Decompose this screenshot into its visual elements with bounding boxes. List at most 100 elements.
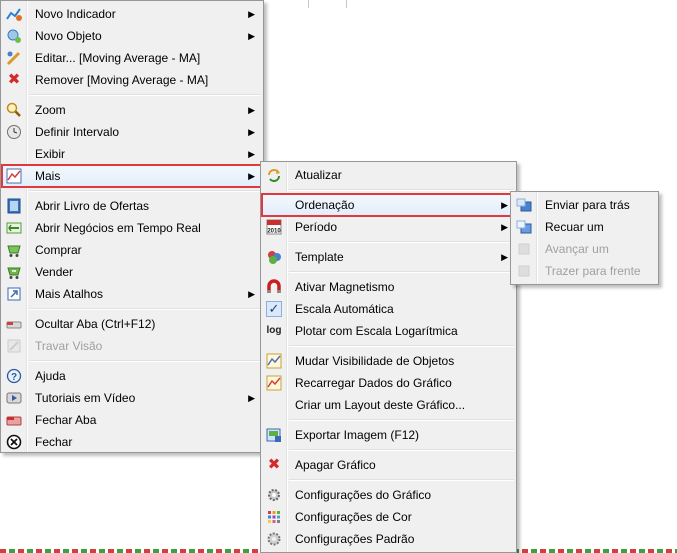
sell-icon — [6, 264, 22, 280]
menu-item-forward-one[interactable]: Avançar um — [511, 238, 658, 260]
chevron-right-icon: ▶ — [501, 200, 508, 210]
chevron-right-icon: ▶ — [248, 105, 255, 115]
log-icon: log — [266, 325, 282, 336]
menu-item-lock-view[interactable]: Travar Visão — [1, 335, 263, 357]
edit-icon — [6, 50, 22, 66]
buy-icon — [6, 242, 22, 258]
chevron-right-icon: ▶ — [248, 31, 255, 41]
video-icon — [6, 390, 22, 406]
trades-icon — [6, 220, 22, 236]
new-object-icon — [6, 28, 22, 44]
menu-item-close[interactable]: Fechar — [1, 431, 263, 453]
book-icon — [6, 198, 22, 214]
menu-item-send-back[interactable]: Enviar para trás — [511, 194, 658, 216]
menu-item-magnetism[interactable]: Ativar Magnetismo — [261, 276, 516, 298]
default-settings-icon — [266, 531, 282, 547]
menu-separator — [289, 271, 514, 273]
menu-item-default-settings[interactable]: Configurações Padrão — [261, 528, 516, 550]
visibility-icon — [266, 353, 282, 369]
zoom-icon — [6, 102, 22, 118]
context-menu: Novo Indicador ▶ Novo Objeto ▶ Editar...… — [0, 0, 264, 453]
menu-item-ordering[interactable]: Ordenação ▶ — [261, 194, 516, 216]
close-tab-icon — [6, 412, 22, 428]
close-icon — [6, 434, 22, 450]
delete-icon: ✖ — [267, 456, 281, 473]
menu-item-template[interactable]: Template ▶ — [261, 246, 516, 268]
chevron-right-icon: ▶ — [248, 9, 255, 19]
menu-item-open-order-book[interactable]: Abrir Livro de Ofertas — [1, 195, 263, 217]
menu-separator — [29, 360, 261, 362]
magnet-icon — [266, 279, 282, 295]
calendar-icon: 2010 — [266, 219, 282, 235]
menu-item-reload-data[interactable]: Recarregar Dados do Gráfico — [261, 372, 516, 394]
shortcut-icon — [6, 286, 22, 302]
chevron-right-icon: ▶ — [501, 222, 508, 232]
menu-item-buy[interactable]: Comprar — [1, 239, 263, 261]
chevron-right-icon: ▶ — [501, 252, 508, 262]
export-icon — [266, 427, 282, 443]
menu-item-bring-front[interactable]: Trazer para frente — [511, 260, 658, 282]
menu-separator — [29, 190, 261, 192]
submenu-more: Atualizar Ordenação ▶ 2010 Período ▶ Tem… — [260, 161, 517, 553]
menu-item-sell[interactable]: Vender — [1, 261, 263, 283]
reload-icon — [266, 375, 282, 391]
chevron-right-icon: ▶ — [248, 149, 255, 159]
menu-item-backward-one[interactable]: Recuar um — [511, 216, 658, 238]
menu-item-create-layout[interactable]: Criar um Layout deste Gráfico... — [261, 394, 516, 416]
svg-text:2010: 2010 — [267, 229, 281, 235]
checkmark-icon: ✓ — [266, 301, 282, 317]
menu-item-object-visibility[interactable]: Mudar Visibilidade de Objetos — [261, 350, 516, 372]
menu-item-zoom[interactable]: Zoom ▶ — [1, 99, 263, 121]
menu-separator — [29, 94, 261, 96]
menu-item-close-tab[interactable]: Fechar Aba — [1, 409, 263, 431]
chevron-right-icon: ▶ — [248, 171, 255, 181]
submenu-ordering: Enviar para trás Recuar um Avançar um Tr… — [510, 191, 659, 285]
chevron-right-icon: ▶ — [248, 289, 255, 299]
menu-item-set-interval[interactable]: Definir Intervalo ▶ — [1, 121, 263, 143]
menu-separator — [289, 449, 514, 451]
chevron-right-icon: ▶ — [248, 393, 255, 403]
menu-item-auto-scale[interactable]: ✓ Escala Automática — [261, 298, 516, 320]
menu-item-hide-tab[interactable]: Ocultar Aba (Ctrl+F12) — [1, 313, 263, 335]
menu-item-more[interactable]: Mais ▶ — [1, 165, 263, 187]
menu-separator — [289, 345, 514, 347]
menu-item-color-settings[interactable]: Configurações de Cor — [261, 506, 516, 528]
hide-tab-icon — [6, 316, 22, 332]
menu-item-log-scale[interactable]: log Plotar com Escala Logarítmica — [261, 320, 516, 342]
chart-gridline — [308, 0, 309, 8]
menu-item-delete-chart[interactable]: ✖ Apagar Gráfico — [261, 454, 516, 476]
menu-separator — [289, 189, 514, 191]
clock-icon — [6, 124, 22, 140]
menu-item-show[interactable]: Exibir ▶ — [1, 143, 263, 165]
lock-view-icon — [6, 338, 22, 354]
menu-item-refresh[interactable]: Atualizar — [261, 164, 516, 186]
chart-icon — [6, 168, 22, 184]
color-settings-icon — [266, 509, 282, 525]
menu-item-video-tutorials[interactable]: Tutoriais em Vídeo ▶ — [1, 387, 263, 409]
backward-icon — [516, 219, 532, 235]
refresh-icon — [266, 167, 282, 183]
menu-item-help[interactable]: ? Ajuda — [1, 365, 263, 387]
menu-item-remove[interactable]: ✖ Remover [Moving Average - MA] — [1, 69, 263, 91]
chevron-right-icon: ▶ — [248, 127, 255, 137]
menu-item-chart-settings[interactable]: Configurações do Gráfico — [261, 484, 516, 506]
menu-item-period[interactable]: 2010 Período ▶ — [261, 216, 516, 238]
menu-item-open-trades[interactable]: Abrir Negócios em Tempo Real — [1, 217, 263, 239]
chart-gridline — [346, 0, 347, 8]
template-icon — [266, 249, 282, 265]
menu-item-export-image[interactable]: Exportar Imagem (F12) — [261, 424, 516, 446]
menu-item-edit[interactable]: Editar... [Moving Average - MA] — [1, 47, 263, 69]
menu-item-new-object[interactable]: Novo Objeto ▶ — [1, 25, 263, 47]
help-icon: ? — [6, 368, 22, 384]
menu-separator — [289, 479, 514, 481]
menu-separator — [289, 419, 514, 421]
send-back-icon — [516, 197, 532, 213]
bring-front-icon — [516, 263, 532, 279]
chart-settings-icon — [266, 487, 282, 503]
svg-text:?: ? — [11, 372, 17, 383]
menu-separator — [29, 308, 261, 310]
menu-separator — [289, 241, 514, 243]
remove-icon: ✖ — [7, 71, 21, 88]
menu-item-more-shortcuts[interactable]: Mais Atalhos ▶ — [1, 283, 263, 305]
menu-item-new-indicator[interactable]: Novo Indicador ▶ — [1, 3, 263, 25]
